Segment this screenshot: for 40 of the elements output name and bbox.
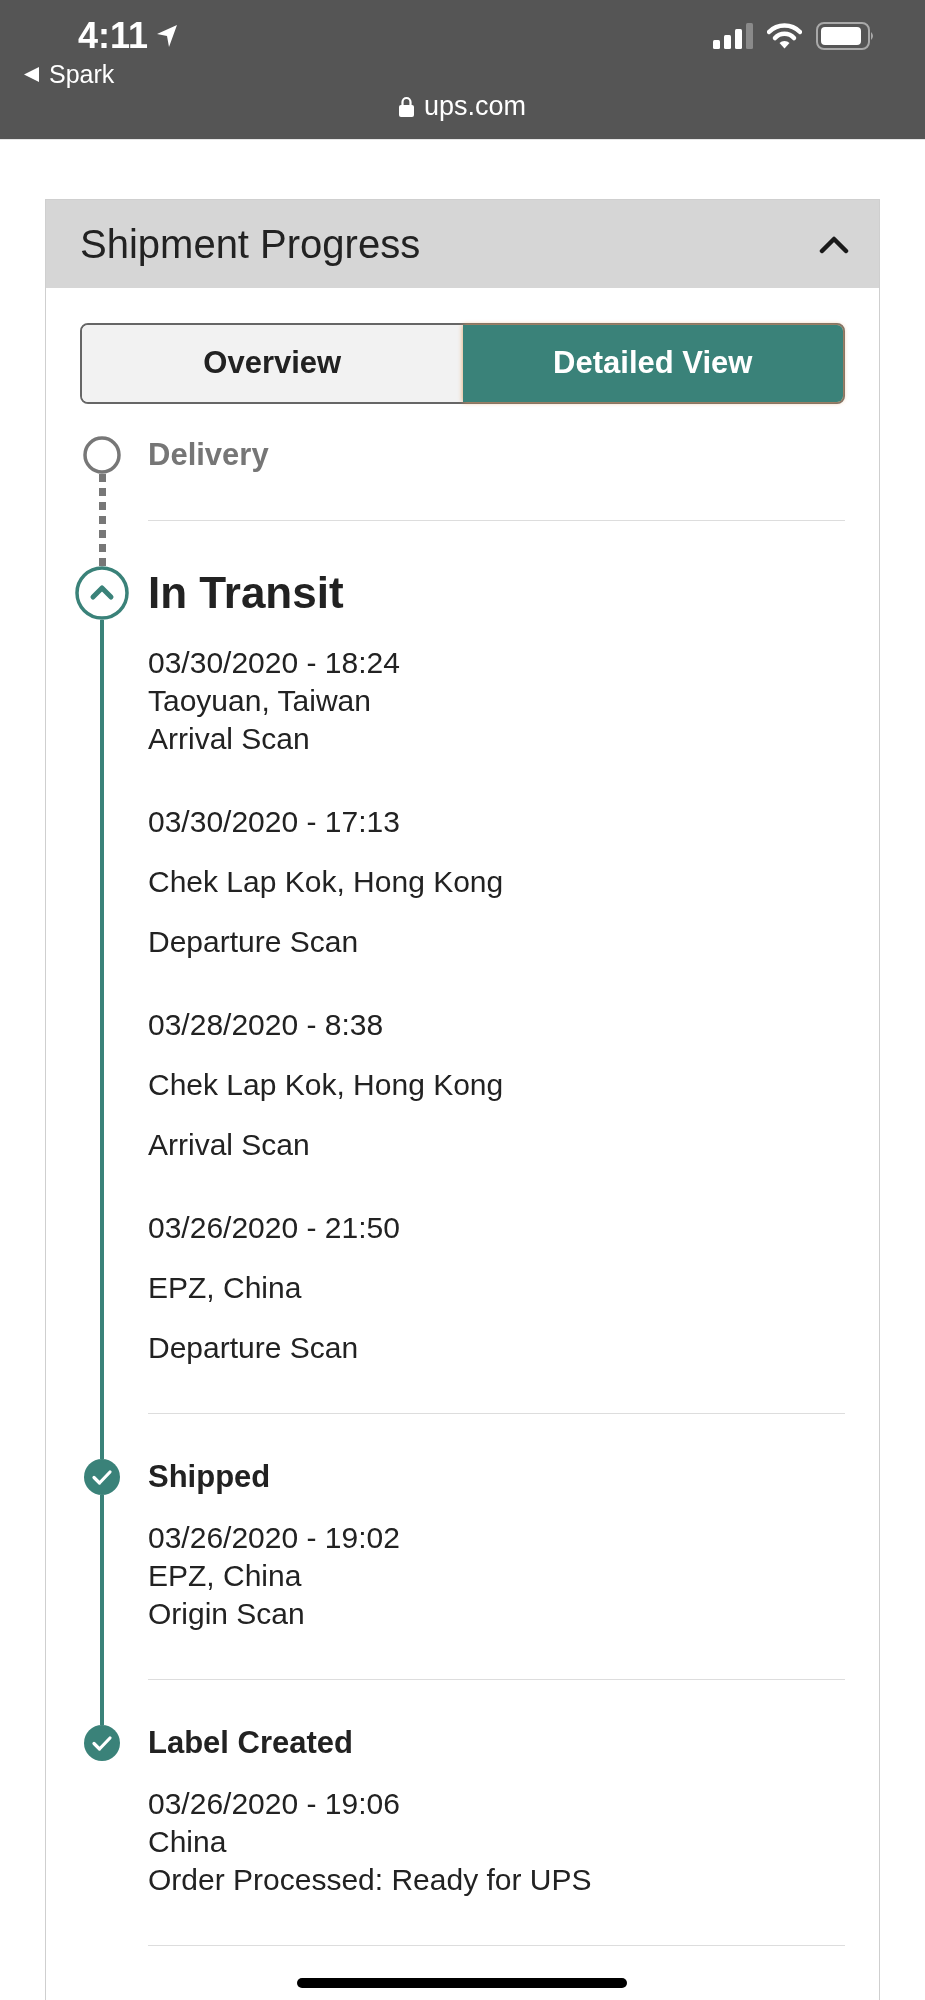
event-activity: Departure Scan (148, 1330, 360, 1366)
event-activity: Departure Scan (148, 924, 360, 960)
chevron-up-icon (819, 234, 849, 254)
back-triangle-icon (24, 66, 39, 82)
event-date: 03/26/2020 - 19:06 (148, 1786, 401, 1822)
event-location: Chek Lap Kok, Hong Kong (148, 864, 505, 900)
milestone-title: Delivery (148, 436, 270, 474)
view-tab[interactable]: Detailed View (462, 325, 843, 402)
event-location: Taoyuan, Taiwan (148, 683, 372, 719)
event-activity: Order Processed: Ready for UPS (148, 1862, 593, 1898)
milestone-title: In Transit (148, 567, 345, 619)
check-circle-icon (84, 1725, 120, 1761)
event-date: 03/30/2020 - 18:24 (148, 645, 401, 681)
event-date: 03/30/2020 - 17:13 (148, 804, 401, 840)
event-date: 03/28/2020 - 8:38 (148, 1007, 385, 1043)
milestone-title: Shipped (148, 1459, 272, 1495)
chevron-circle-icon[interactable] (75, 566, 129, 620)
event-date: 03/26/2020 - 19:02 (148, 1520, 401, 1556)
event-date: 03/26/2020 - 21:50 (148, 1210, 401, 1246)
milestone-title: Label Created (148, 1725, 354, 1761)
event-location: EPZ, China (148, 1558, 303, 1594)
view-tab[interactable]: Overview (82, 325, 463, 402)
event-activity: Arrival Scan (148, 721, 311, 757)
signal-bars-icon (713, 23, 753, 49)
location-arrow-icon (156, 24, 179, 48)
event-location: Chek Lap Kok, Hong Kong (148, 1067, 505, 1103)
event-activity: Origin Scan (148, 1596, 306, 1632)
check-circle-icon (84, 1459, 120, 1495)
lock-icon (398, 95, 414, 117)
clock-time: 4:11 (78, 14, 149, 58)
empty-circle-icon (83, 436, 121, 474)
event-location: China (148, 1824, 228, 1860)
battery-icon (816, 22, 875, 50)
address-bar[interactable]: ups.com (398, 90, 526, 122)
event-location: EPZ, China (148, 1270, 303, 1306)
wifi-icon (767, 23, 802, 49)
event-activity: Arrival Scan (148, 1127, 311, 1163)
panel-title: Shipment Progress (80, 221, 421, 268)
back-button[interactable]: Spark (24, 58, 115, 90)
collapse-button[interactable] (819, 234, 849, 254)
